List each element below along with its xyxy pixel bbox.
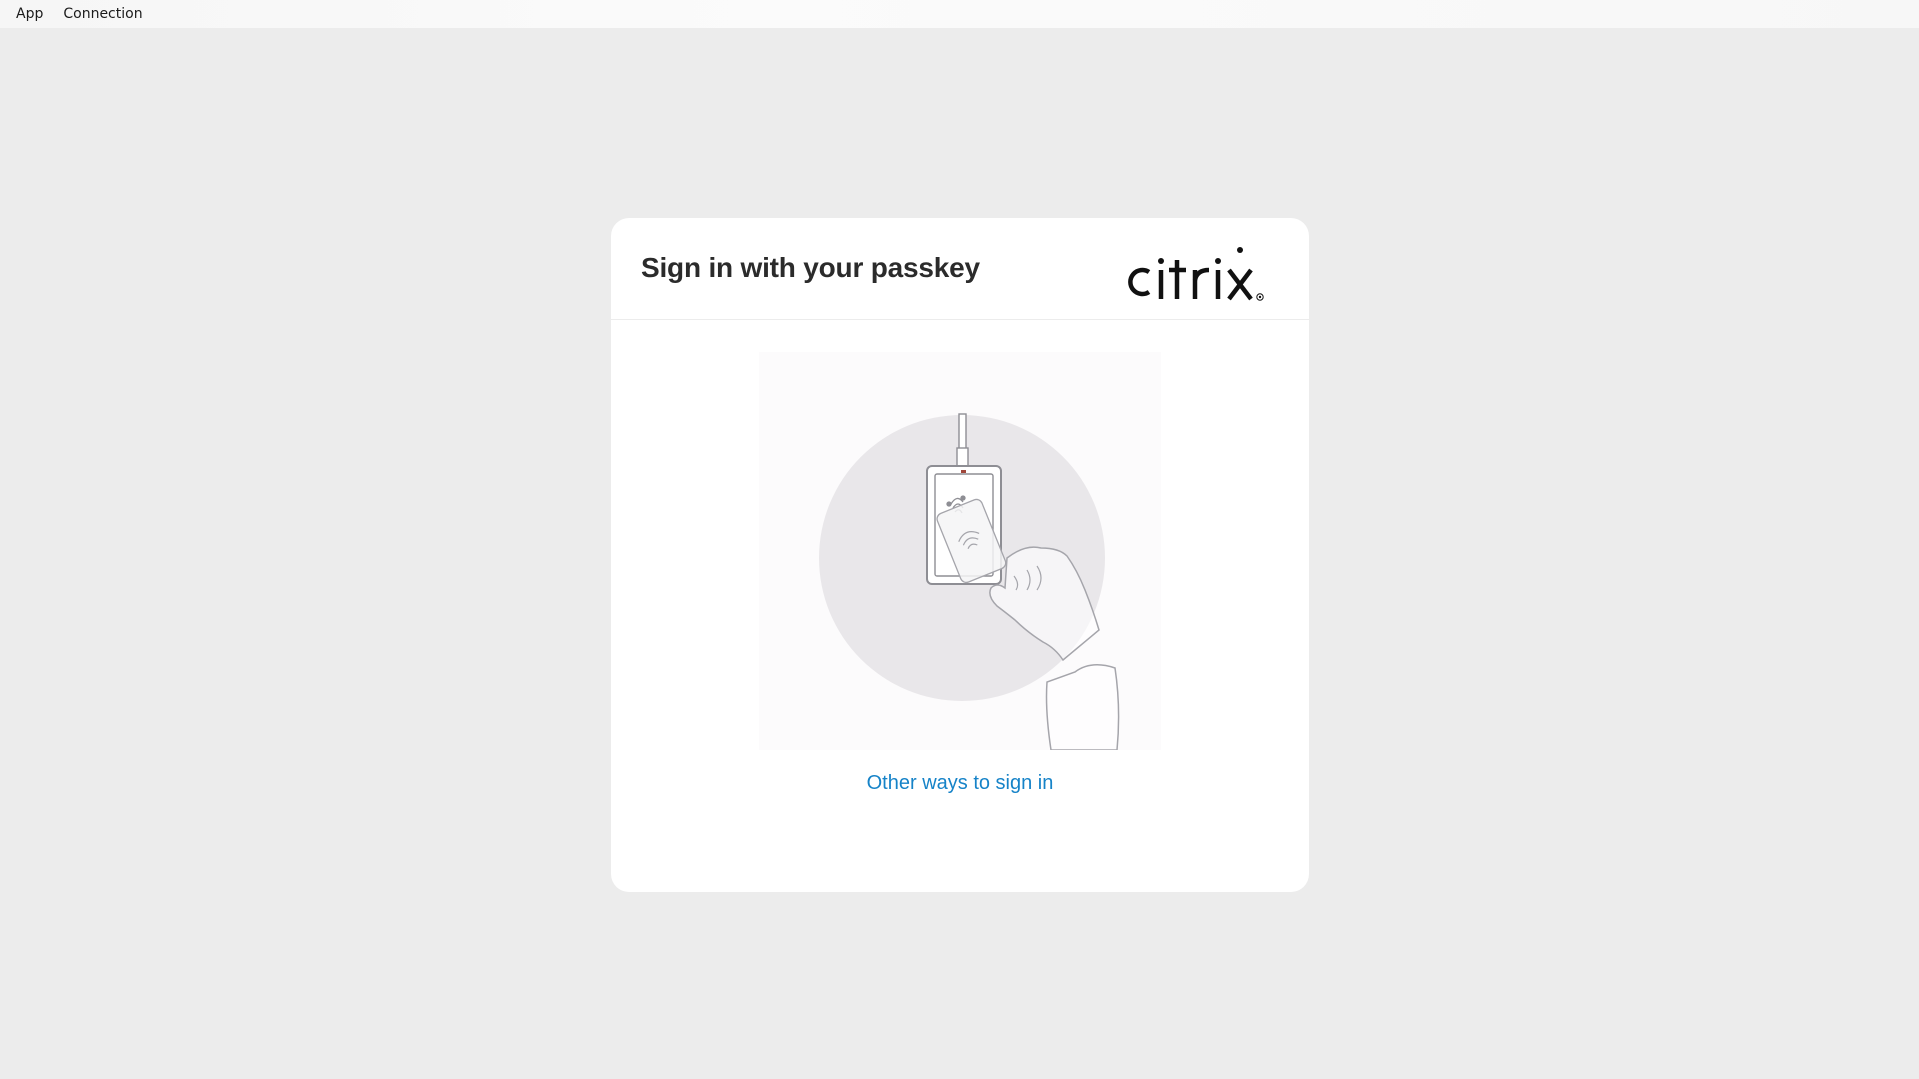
menu-app[interactable]: App: [6, 2, 53, 26]
page-title: Sign in with your passkey: [641, 252, 980, 283]
other-ways-to-sign-in-link[interactable]: Other ways to sign in: [611, 772, 1309, 795]
citrix-logo: [1128, 247, 1264, 301]
menu-bar: App Connection: [0, 0, 1919, 28]
passkey-illustration: [759, 352, 1161, 751]
sleeve-outline: [1045, 664, 1120, 751]
card-header: Sign in with your passkey: [611, 218, 1309, 320]
device-cable: [958, 413, 967, 451]
passkey-security-key-icon: [819, 413, 1120, 751]
menu-connection[interactable]: Connection: [53, 2, 152, 26]
sign-in-card: Sign in with your passkey Other ways to …: [611, 218, 1309, 892]
device-led: [961, 470, 966, 473]
device-connector: [956, 447, 969, 467]
